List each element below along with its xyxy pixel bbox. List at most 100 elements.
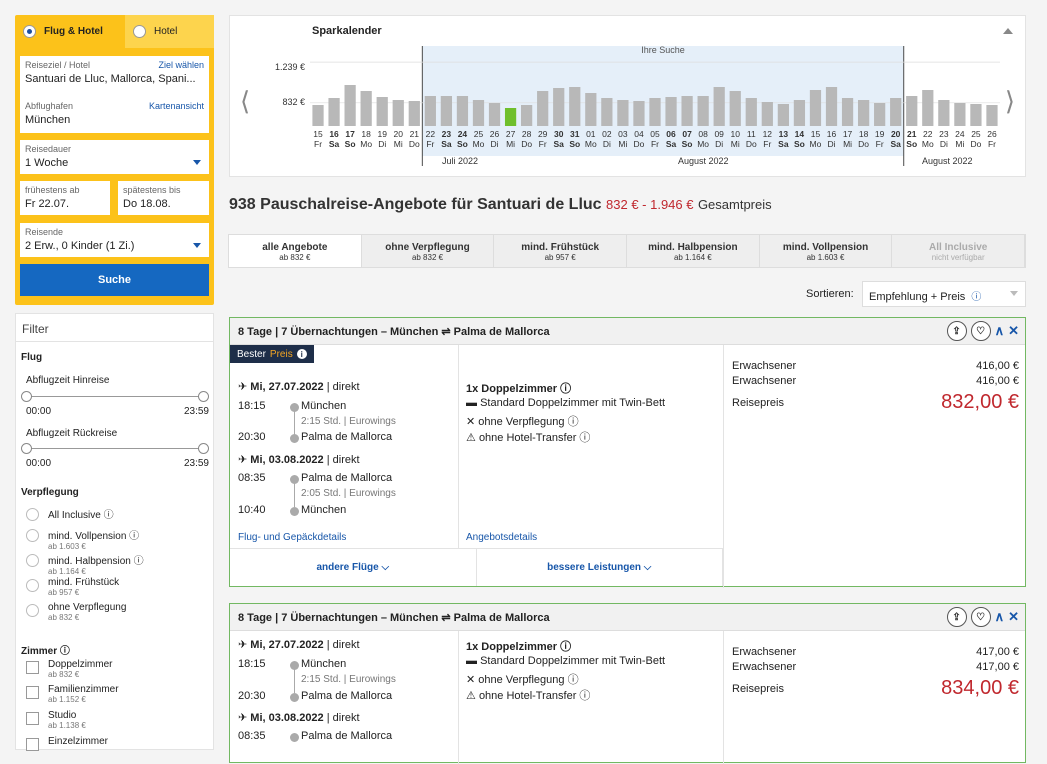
- room-option[interactable]: Doppelzimmer ab 832 €: [26, 659, 112, 679]
- price-bar[interactable]: [392, 100, 404, 126]
- price-bar[interactable]: [344, 85, 356, 126]
- price-bar-chart[interactable]: Ihre Suche15Fr16Sa17So18Mo19Di20Mi21Do22…: [310, 45, 1000, 166]
- price-bar[interactable]: [665, 97, 677, 126]
- checkbox[interactable]: [26, 712, 39, 725]
- price-bar[interactable]: [456, 96, 469, 126]
- checkbox[interactable]: [26, 686, 39, 699]
- price-bar[interactable]: [713, 87, 725, 126]
- price-bar[interactable]: [761, 102, 773, 126]
- price-bar[interactable]: [793, 100, 806, 126]
- price-bar[interactable]: [857, 100, 870, 126]
- tab-all-offers[interactable]: alle Angebote ab 832 €: [229, 235, 362, 267]
- price-bar[interactable]: [825, 87, 838, 126]
- slider-handle-max[interactable]: [198, 443, 209, 454]
- adult-price: 417,00 €: [976, 646, 1019, 658]
- tab-hotel[interactable]: Hotel: [125, 15, 214, 48]
- price-bar[interactable]: [312, 105, 324, 126]
- slider-handle-min[interactable]: [21, 391, 32, 402]
- board-option[interactable]: ohne Verpflegung ab 832 €: [26, 602, 126, 622]
- price-bar[interactable]: [906, 96, 918, 126]
- price-bar[interactable]: [809, 90, 822, 126]
- price-bar[interactable]: [601, 98, 613, 126]
- price-bar[interactable]: [617, 100, 629, 126]
- price-bar[interactable]: [408, 101, 420, 126]
- price-bar[interactable]: [954, 103, 966, 126]
- latest-date-field[interactable]: spätestens bis Do 18.08.: [118, 181, 209, 215]
- offer-details-link[interactable]: Angebotsdetails: [466, 532, 537, 543]
- slider-handle-min[interactable]: [21, 443, 32, 454]
- chevron-right-icon[interactable]: ⟩: [1005, 86, 1015, 117]
- price-bar[interactable]: [360, 91, 372, 126]
- close-icon[interactable]: ✕: [1008, 609, 1019, 625]
- price-bar[interactable]: [697, 96, 709, 126]
- price-bar[interactable]: [729, 91, 741, 126]
- board-option[interactable]: All Inclusive ⓘ: [26, 506, 114, 521]
- price-bar[interactable]: [681, 96, 693, 126]
- slider-handle-max[interactable]: [198, 391, 209, 402]
- day-label: 22: [923, 129, 933, 139]
- better-services-button[interactable]: bessere Leistungen ⌵: [477, 549, 723, 586]
- checkbox[interactable]: [26, 738, 39, 751]
- travellers-select[interactable]: Reisende 2 Erw., 0 Kinder (1 Zi.): [20, 223, 209, 257]
- price-bar[interactable]: [938, 100, 950, 126]
- price-bar[interactable]: [488, 103, 501, 126]
- board-option[interactable]: mind. Halbpension ⓘ ab 1.164 €: [26, 552, 144, 576]
- price-bar[interactable]: [874, 103, 886, 126]
- chevron-up-icon[interactable]: ∧: [995, 323, 1005, 339]
- tab-breakfast[interactable]: mind. Frühstück ab 957 €: [494, 235, 628, 267]
- price-bar[interactable]: [472, 100, 485, 126]
- share-icon[interactable]: ⇪: [946, 321, 967, 341]
- info-icon[interactable]: ⓘ: [971, 292, 981, 303]
- heart-icon[interactable]: ♡: [970, 607, 991, 627]
- chevron-left-icon[interactable]: ⟨: [240, 86, 250, 117]
- price-bar[interactable]: [553, 88, 565, 126]
- outbound-time-slider[interactable]: [21, 391, 209, 402]
- price-bar[interactable]: [649, 98, 661, 126]
- price-bar[interactable]: [328, 98, 340, 126]
- heart-icon[interactable]: ♡: [970, 321, 991, 341]
- chevron-up-icon[interactable]: ∧: [995, 609, 1005, 625]
- price-bar[interactable]: [521, 105, 533, 126]
- close-icon[interactable]: ✕: [1008, 323, 1019, 339]
- tab-flight-hotel[interactable]: Flug & Hotel: [15, 15, 125, 48]
- return-time-slider[interactable]: [21, 443, 209, 454]
- price-bar[interactable]: [633, 101, 645, 126]
- other-flights-button[interactable]: andere Flüge ⌵: [230, 549, 477, 586]
- day-label: 16: [827, 129, 837, 139]
- price-bar[interactable]: [841, 98, 854, 126]
- flight-column: ✈ Mi, 27.07.2022 | direkt 18:15 München …: [238, 318, 458, 548]
- price-bar[interactable]: [922, 90, 934, 126]
- price-bar[interactable]: [777, 104, 789, 126]
- room-option[interactable]: Familienzimmer ab 1.152 €: [26, 684, 119, 704]
- board-option[interactable]: mind. Frühstück ab 957 €: [26, 577, 119, 597]
- departure-airport-field[interactable]: Abflughafen Kartenansicht München: [20, 97, 209, 133]
- price-bar[interactable]: [376, 97, 388, 126]
- map-view-link[interactable]: Kartenansicht: [149, 101, 204, 111]
- board-option[interactable]: mind. Vollpension ⓘ ab 1.603 €: [26, 527, 139, 551]
- room-option[interactable]: Einzelzimmer: [26, 736, 108, 751]
- price-bar[interactable]: [986, 105, 998, 126]
- flight-details-link[interactable]: Flug- und Gepäckdetails: [238, 532, 346, 543]
- price-bar[interactable]: [890, 98, 902, 126]
- price-bar[interactable]: [440, 96, 453, 126]
- tab-full-board[interactable]: mind. Vollpension ab 1.603 €: [760, 235, 893, 267]
- price-bar[interactable]: [745, 98, 757, 126]
- price-bar[interactable]: [504, 108, 517, 126]
- chevron-up-icon[interactable]: [1003, 28, 1013, 34]
- search-button[interactable]: Suche: [20, 264, 209, 296]
- tab-no-board[interactable]: ohne Verpflegung ab 832 €: [362, 235, 495, 267]
- earliest-date-field[interactable]: frühestens ab Fr 22.07.: [20, 181, 110, 215]
- checkbox[interactable]: [26, 661, 39, 674]
- room-option[interactable]: Studio ab 1.138 €: [26, 710, 86, 730]
- price-bar[interactable]: [424, 96, 436, 126]
- sort-select[interactable]: Empfehlung + Preis ⓘ: [862, 281, 1026, 307]
- share-icon[interactable]: ⇪: [946, 607, 967, 627]
- choose-destination-link[interactable]: Ziel wählen: [158, 60, 204, 70]
- price-bar[interactable]: [537, 91, 549, 126]
- price-bar[interactable]: [585, 93, 597, 126]
- price-bar[interactable]: [970, 104, 982, 126]
- price-bar[interactable]: [569, 87, 581, 126]
- weekday-label: Do: [970, 139, 981, 149]
- tab-half-board[interactable]: mind. Halbpension ab 1.164 €: [627, 235, 760, 267]
- duration-select[interactable]: Reisedauer 1 Woche: [20, 140, 209, 174]
